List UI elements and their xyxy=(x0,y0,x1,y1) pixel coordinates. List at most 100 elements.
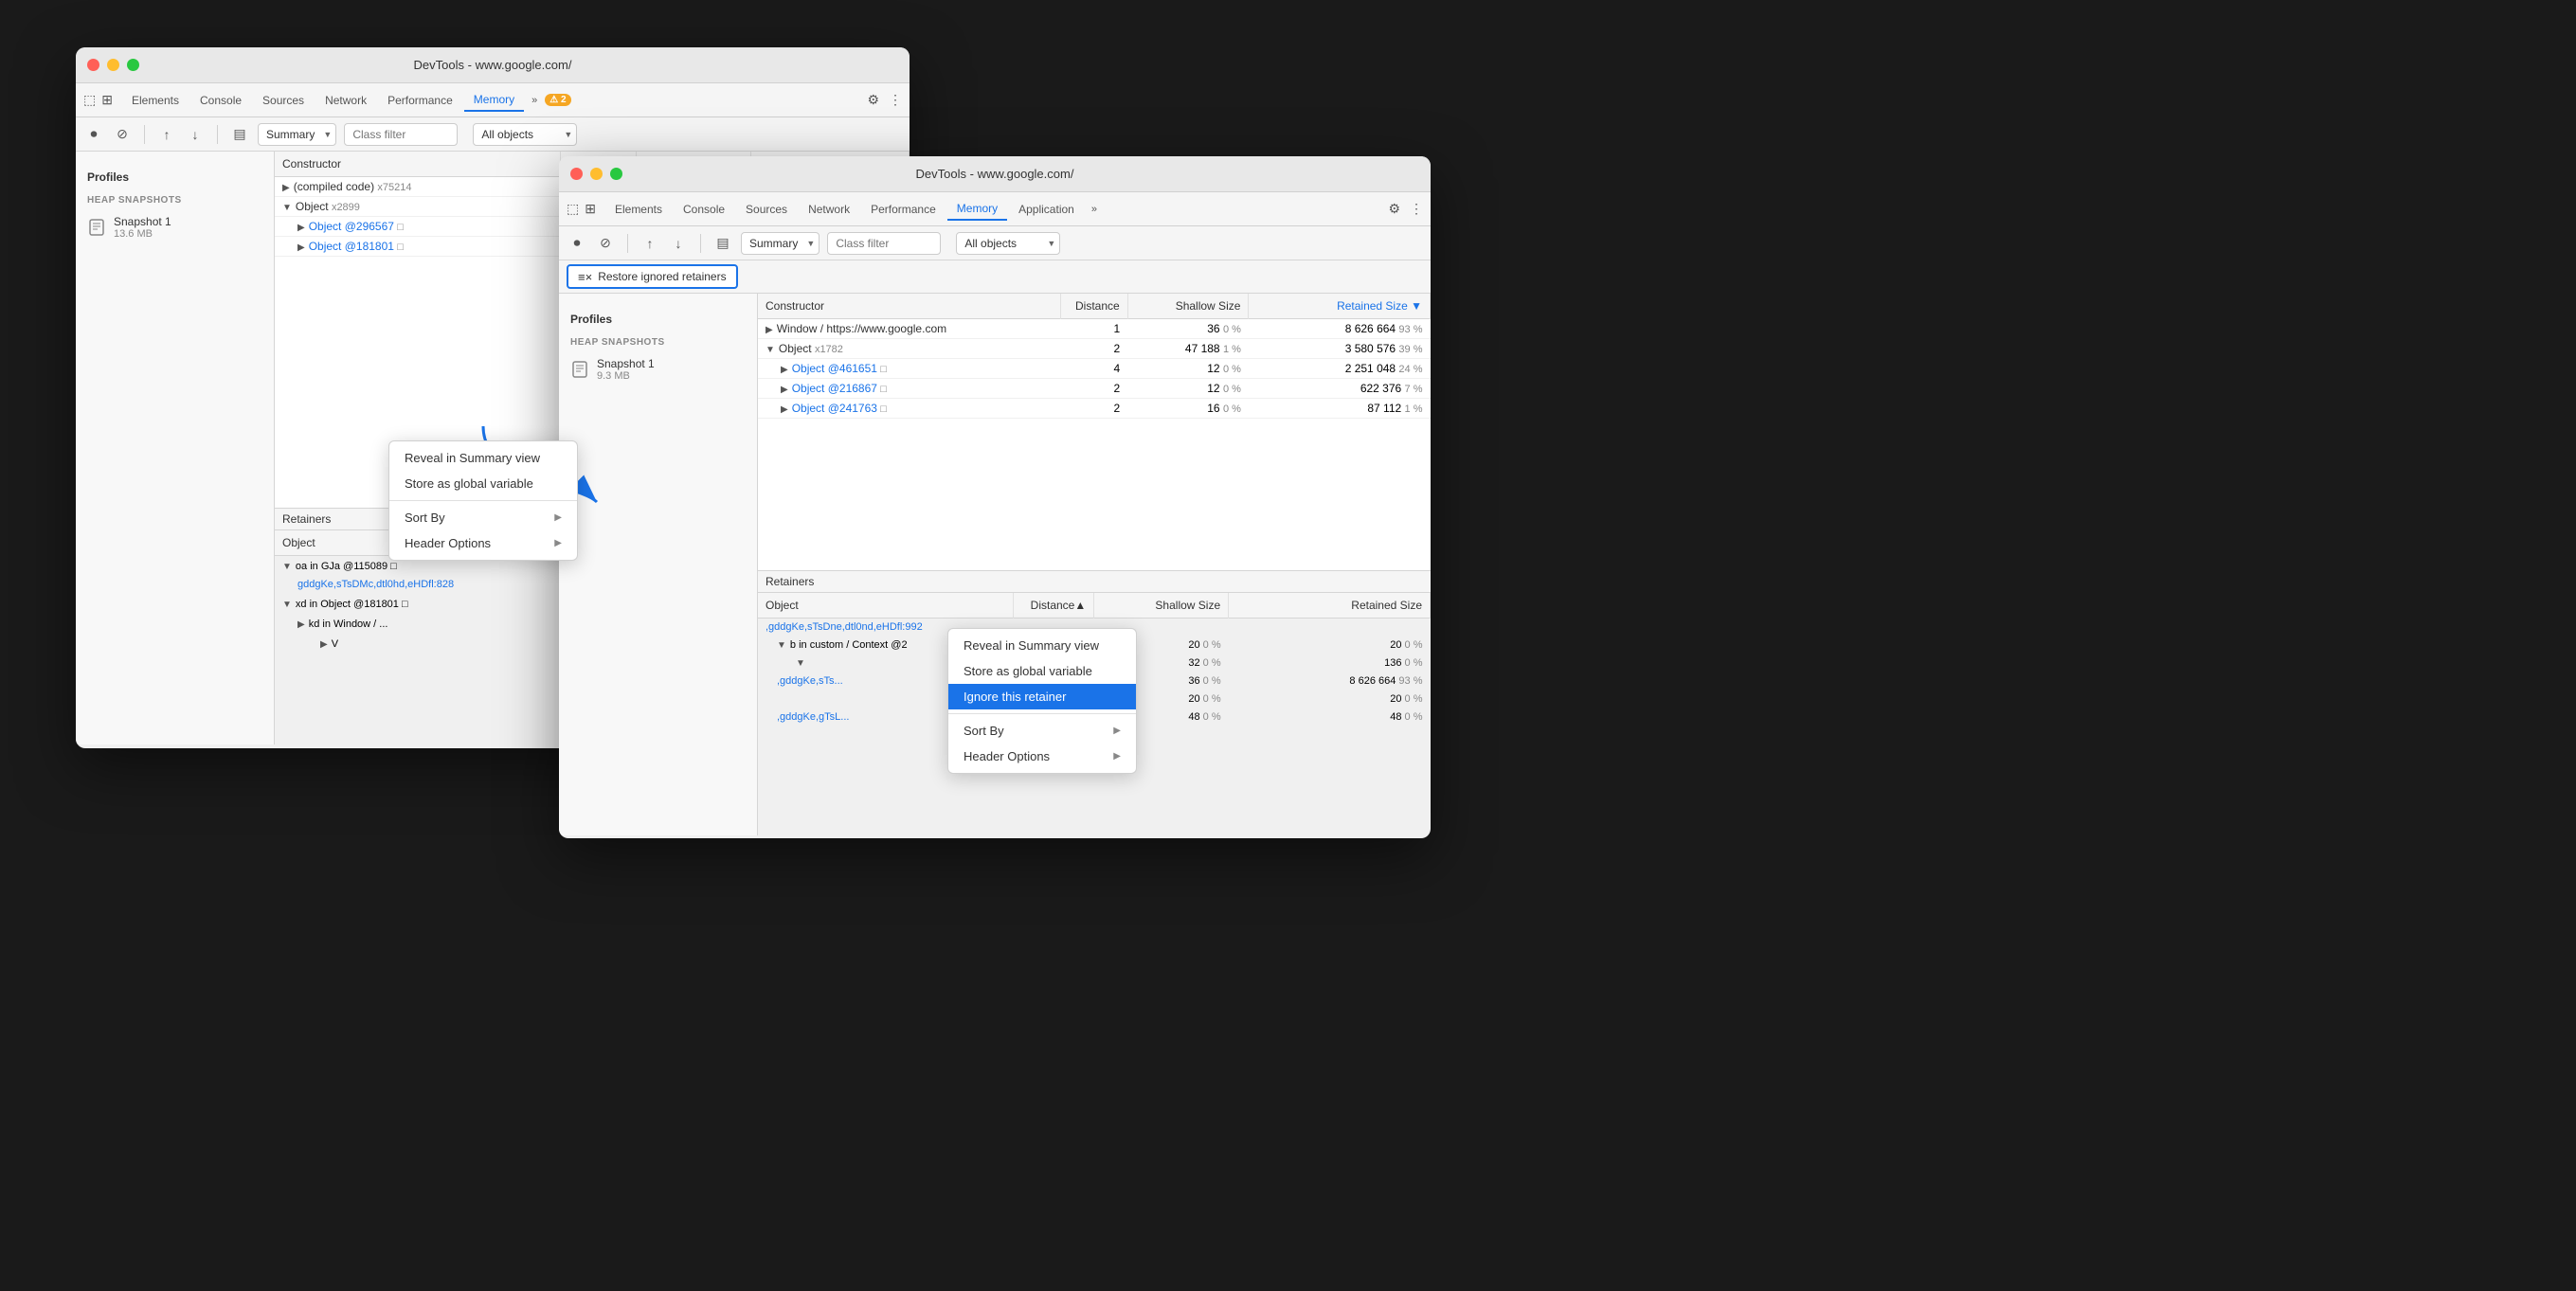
objects-select-front[interactable]: All objects ▼ xyxy=(956,232,1060,255)
record-btn-front[interactable]: ⏺ xyxy=(567,233,587,254)
back-close-button[interactable] xyxy=(87,59,99,71)
front-ret-col-shallow[interactable]: Shallow Size xyxy=(1094,593,1229,619)
more-tabs-front[interactable]: » xyxy=(1086,200,1103,219)
expand-icon[interactable]: ▶ xyxy=(297,223,305,233)
back-menu-reveal[interactable]: Reveal in Summary view xyxy=(389,445,577,471)
expand-icon[interactable]: ▶ xyxy=(297,242,305,253)
back-col-constructor[interactable]: Constructor xyxy=(275,152,560,177)
tab-network-back[interactable]: Network xyxy=(315,90,376,111)
clear-btn-back[interactable]: ⊘ xyxy=(112,124,133,145)
expand-icon[interactable]: ▶ xyxy=(320,639,328,650)
expand-icon[interactable]: ▶ xyxy=(766,325,773,335)
front-devtools-window: DevTools - www.google.com/ ⬚ ⊞ Elements … xyxy=(559,156,1431,838)
tab-performance-front[interactable]: Performance xyxy=(861,199,946,220)
tab-sources-back[interactable]: Sources xyxy=(253,90,314,111)
expand-icon[interactable]: ▼ xyxy=(777,640,786,651)
back-inspect-icon: ⊞ xyxy=(101,92,113,108)
front-ret-col-dist[interactable]: Distance▲ xyxy=(1014,593,1094,619)
tab-performance-back[interactable]: Performance xyxy=(378,90,462,111)
back-context-menu: Reveal in Summary view Store as global v… xyxy=(388,440,578,561)
upload-btn-front[interactable]: ↑ xyxy=(639,233,660,254)
front-col-retained[interactable]: Retained Size ▼ xyxy=(1249,294,1431,319)
settings-icon-back[interactable]: ⚙ xyxy=(867,92,879,108)
summary-select-box-front[interactable]: Summary xyxy=(741,232,820,255)
front-sidebar: Profiles HEAP SNAPSHOTS Snapshot 1 9.3 M… xyxy=(559,294,758,835)
summary-select-back[interactable]: Summary ▼ xyxy=(258,123,336,146)
front-snapshot-info: Snapshot 1 9.3 MB xyxy=(597,357,655,382)
expand-icon[interactable]: ▼ xyxy=(766,345,775,355)
front-ret-col-retained[interactable]: Retained Size xyxy=(1229,593,1431,619)
tab-application-front[interactable]: Application xyxy=(1009,199,1084,220)
more-options-back[interactable]: ⋮ xyxy=(889,92,902,108)
expand-icon[interactable]: ▶ xyxy=(282,183,290,193)
tab-console-back[interactable]: Console xyxy=(190,90,251,111)
tab-memory-back[interactable]: Memory xyxy=(464,89,524,112)
objects-select-back[interactable]: All objects ▼ xyxy=(473,123,577,146)
back-menu-store[interactable]: Store as global variable xyxy=(389,471,577,496)
front-tab-bar: ⬚ ⊞ Elements Console Sources Network Per… xyxy=(559,192,1431,226)
front-col-constructor[interactable]: Constructor xyxy=(758,294,1060,319)
front-snapshot-1[interactable]: Snapshot 1 9.3 MB xyxy=(559,351,757,387)
front-constructor-table[interactable]: Constructor Distance Shallow Size Retain… xyxy=(758,294,1431,570)
front-col-distance[interactable]: Distance xyxy=(1060,294,1127,319)
table-row[interactable]: ▼Object x1782 2 47 188 1 % 3 580 576 39 … xyxy=(758,339,1431,359)
front-profiles-title: Profiles xyxy=(559,303,757,330)
front-menu-sortby[interactable]: Sort By ▶ xyxy=(948,718,1136,744)
summary-select-box-back[interactable]: Summary xyxy=(258,123,336,146)
objects-select-box-back[interactable]: All objects xyxy=(473,123,577,146)
snapshot-icon-back xyxy=(87,218,106,237)
tab-sources-front[interactable]: Sources xyxy=(736,199,797,220)
tab-memory-front[interactable]: Memory xyxy=(947,198,1007,221)
front-menu-store[interactable]: Store as global variable xyxy=(948,658,1136,684)
table-row[interactable]: ▶Window / https://www.google.com 1 36 0 … xyxy=(758,319,1431,339)
table-row[interactable]: ▶Object @461651 □ 4 12 0 % 2 251 048 24 … xyxy=(758,359,1431,379)
restore-ignored-retainers-btn[interactable]: ≡× Restore ignored retainers xyxy=(567,264,738,289)
tab-network-front[interactable]: Network xyxy=(799,199,859,220)
back-minimize-button[interactable] xyxy=(107,59,119,71)
back-devtools-icon: ⬚ xyxy=(83,92,96,108)
front-menu-ignore[interactable]: Ignore this retainer xyxy=(948,684,1136,709)
expand-icon[interactable]: ▶ xyxy=(781,404,788,415)
back-menu-sortby[interactable]: Sort By ▶ xyxy=(389,505,577,530)
front-close-button[interactable] xyxy=(570,168,583,180)
download-btn-front[interactable]: ↓ xyxy=(668,233,689,254)
objects-select-box-front[interactable]: All objects xyxy=(956,232,1060,255)
clear-btn-front[interactable]: ⊘ xyxy=(595,233,616,254)
front-col-shallow[interactable]: Shallow Size xyxy=(1127,294,1249,319)
summary-select-front[interactable]: Summary ▼ xyxy=(741,232,820,255)
tab-elements-back[interactable]: Elements xyxy=(122,90,189,111)
summary-mode-btn-back[interactable]: ▤ xyxy=(229,124,250,145)
tab-console-front[interactable]: Console xyxy=(674,199,734,220)
expand-icon[interactable]: ▶ xyxy=(781,385,788,395)
back-profiles-title: Profiles xyxy=(76,161,274,188)
expand-icon[interactable]: ▶ xyxy=(297,619,305,630)
expand-icon[interactable]: ▼ xyxy=(282,600,292,610)
front-ret-col-object[interactable]: Object xyxy=(758,593,1014,619)
tab-elements-front[interactable]: Elements xyxy=(605,199,672,220)
download-btn-back[interactable]: ↓ xyxy=(185,124,206,145)
more-options-front[interactable]: ⋮ xyxy=(1410,201,1423,217)
front-retainers-header: Retainers xyxy=(758,571,1431,593)
settings-icon-front[interactable]: ⚙ xyxy=(1388,201,1400,217)
class-filter-front[interactable] xyxy=(827,232,941,255)
upload-btn-back[interactable]: ↑ xyxy=(156,124,177,145)
back-fullscreen-button[interactable] xyxy=(127,59,139,71)
table-row[interactable]: ▶Object @216867 □ 2 12 0 % 622 376 7 % xyxy=(758,379,1431,399)
summary-mode-btn-front[interactable]: ▤ xyxy=(712,233,733,254)
expand-icon[interactable]: ▼ xyxy=(282,562,292,572)
back-snapshot-1[interactable]: Snapshot 1 13.6 MB xyxy=(76,209,274,245)
class-filter-back[interactable] xyxy=(344,123,458,146)
front-menu-headeropts[interactable]: Header Options ▶ xyxy=(948,744,1136,769)
front-minimize-button[interactable] xyxy=(590,168,603,180)
table-row[interactable]: ▶Object @241763 □ 2 16 0 % 87 112 1 % xyxy=(758,399,1431,419)
front-fullscreen-button[interactable] xyxy=(610,168,622,180)
expand-icon[interactable]: ▼ xyxy=(796,658,805,669)
front-menu-reveal[interactable]: Reveal in Summary view xyxy=(948,633,1136,658)
front-retainers-section: Retainers Object Distance▲ Shallow Size … xyxy=(758,570,1431,835)
more-tabs-back[interactable]: » xyxy=(526,91,543,110)
front-table-area: Constructor Distance Shallow Size Retain… xyxy=(758,294,1431,835)
expand-icon[interactable]: ▶ xyxy=(781,365,788,375)
record-btn-back[interactable]: ⏺ xyxy=(83,124,104,145)
expand-icon[interactable]: ▼ xyxy=(282,203,292,213)
back-menu-headeropts[interactable]: Header Options ▶ xyxy=(389,530,577,556)
